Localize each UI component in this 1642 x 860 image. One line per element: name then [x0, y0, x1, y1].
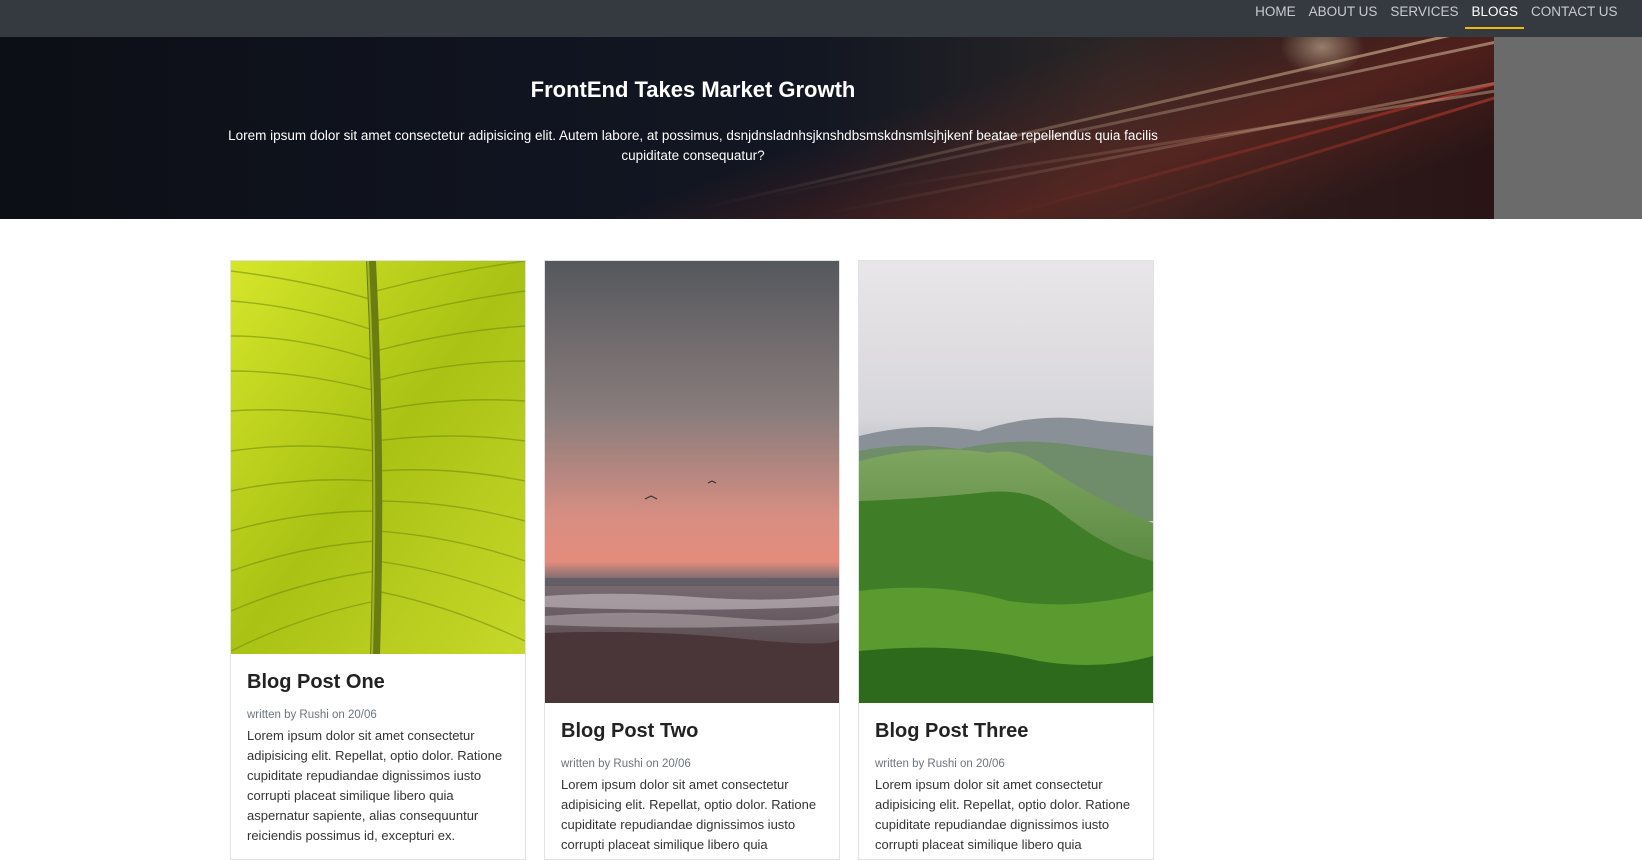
- nav-item-services[interactable]: SERVICES: [1384, 0, 1465, 29]
- top-navbar: HOME ABOUT US SERVICES BLOGS CONTACT US: [0, 0, 1642, 37]
- hero-side-panel: [1494, 37, 1642, 219]
- post-meta: written by Rushi on 20/06: [875, 758, 1005, 770]
- hero-title: FrontEnd Takes Market Growth: [530, 77, 856, 102]
- post-title[interactable]: Blog Post One: [247, 671, 385, 694]
- blog-card-three[interactable]: Blog Post Three written by Rushi on 20/0…: [858, 260, 1154, 860]
- nav-item-about-us[interactable]: ABOUT US: [1302, 0, 1384, 29]
- blog-card-two[interactable]: Blog Post Two written by Rushi on 20/06 …: [544, 260, 840, 860]
- post-meta: written by Rushi on 20/06: [561, 758, 691, 770]
- hero-banner: FrontEnd Takes Market Growth Lorem ipsum…: [0, 37, 1494, 219]
- post-excerpt: Lorem ipsum dolor sit amet consectetur a…: [247, 728, 503, 843]
- nav-item-home[interactable]: HOME: [1249, 0, 1303, 29]
- post-excerpt: Lorem ipsum dolor sit amet consectetur a…: [561, 777, 817, 852]
- post-title[interactable]: Blog Post Three: [875, 720, 1028, 743]
- green-mountains-image: [859, 261, 1153, 703]
- nav-links: HOME ABOUT US SERVICES BLOGS CONTACT US: [1249, 0, 1624, 37]
- post-meta: written by Rushi on 20/06: [247, 709, 377, 721]
- sunset-beach-image: [545, 261, 839, 703]
- post-excerpt: Lorem ipsum dolor sit amet consectetur a…: [875, 777, 1131, 852]
- nav-item-blogs[interactable]: BLOGS: [1464, 0, 1525, 29]
- hero-description: Lorem ipsum dolor sit amet consectetur a…: [228, 128, 1158, 163]
- nav-item-contact-us[interactable]: CONTACT US: [1524, 0, 1624, 29]
- blog-card-one[interactable]: Blog Post One written by Rushi on 20/06 …: [230, 260, 526, 860]
- post-title[interactable]: Blog Post Two: [561, 720, 698, 743]
- banana-leaf-image: [231, 261, 525, 654]
